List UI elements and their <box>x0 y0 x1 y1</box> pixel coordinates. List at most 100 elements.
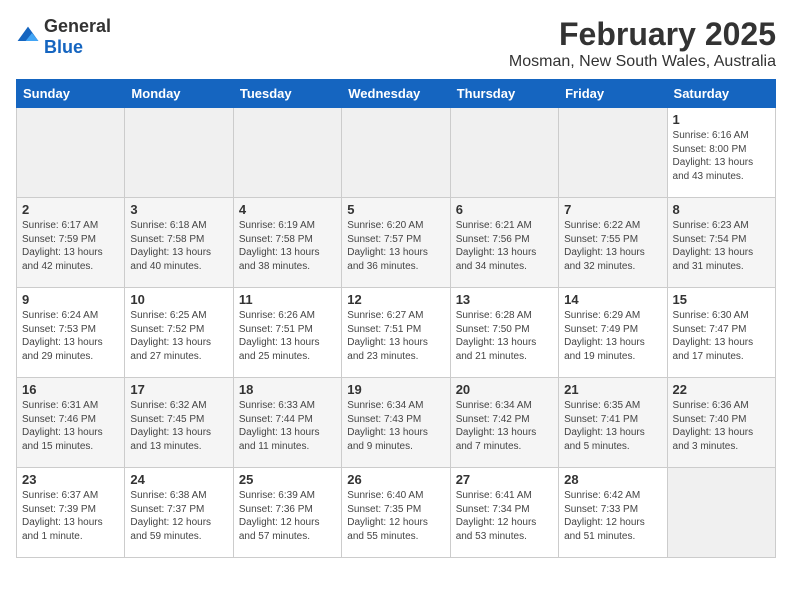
cell-info: Sunrise: 6:20 AM Sunset: 7:57 PM Dayligh… <box>347 219 444 273</box>
calendar-cell: 12 Sunrise: 6:27 AM Sunset: 7:51 PM Dayli… <box>342 288 450 378</box>
calendar-cell: 10Sunrise: 6:25 AM Sunset: 7:52 PM Dayli… <box>125 288 233 378</box>
subtitle: Mosman, New South Wales, Australia <box>509 53 776 71</box>
calendar-cell: 16 Sunrise: 6:31 AM Sunset: 7:46 PM Dayli… <box>17 378 125 468</box>
calendar-cell <box>450 108 558 198</box>
header-cell-saturday: Saturday <box>667 80 775 108</box>
cell-info: Sunrise: 6:39 AM Sunset: 7:36 PM Dayligh… <box>239 489 336 543</box>
cell-info: Sunrise: 6:16 AM Sunset: 8:00 PM Dayligh… <box>673 129 770 183</box>
day-number: 11 <box>239 292 336 307</box>
calendar-cell <box>125 108 233 198</box>
logo-icon <box>16 25 40 49</box>
title-area: February 2025 Mosman, New South Wales, A… <box>509 16 776 71</box>
week-row-3: 16 Sunrise: 6:31 AM Sunset: 7:46 PM Dayli… <box>17 378 776 468</box>
header-row: SundayMondayTuesdayWednesdayThursdayFrid… <box>17 80 776 108</box>
day-number: 3 <box>130 202 227 217</box>
cell-info: Sunrise: 6:41 AM Sunset: 7:34 PM Dayligh… <box>456 489 553 543</box>
header-cell-sunday: Sunday <box>17 80 125 108</box>
day-number: 1 <box>673 112 770 127</box>
day-number: 26 <box>347 472 444 487</box>
day-number: 27 <box>456 472 553 487</box>
logo-text: General Blue <box>44 16 111 58</box>
cell-info: Sunrise: 6:26 AM Sunset: 7:51 PM Dayligh… <box>239 309 336 363</box>
cell-info: Sunrise: 6:31 AM Sunset: 7:46 PM Dayligh… <box>22 399 119 453</box>
calendar-cell: 9 Sunrise: 6:24 AM Sunset: 7:53 PM Daylig… <box>17 288 125 378</box>
week-row-2: 9 Sunrise: 6:24 AM Sunset: 7:53 PM Daylig… <box>17 288 776 378</box>
calendar-cell: 20 Sunrise: 6:34 AM Sunset: 7:42 PM Dayli… <box>450 378 558 468</box>
calendar-table: SundayMondayTuesdayWednesdayThursdayFrid… <box>16 79 776 558</box>
cell-info: Sunrise: 6:17 AM Sunset: 7:59 PM Dayligh… <box>22 219 119 273</box>
cell-info: Sunrise: 6:35 AM Sunset: 7:41 PM Dayligh… <box>564 399 661 453</box>
logo: General Blue <box>16 16 111 58</box>
main-title: February 2025 <box>509 16 776 53</box>
calendar-cell: 5Sunrise: 6:20 AM Sunset: 7:57 PM Daylig… <box>342 198 450 288</box>
calendar-cell: 24Sunrise: 6:38 AM Sunset: 7:37 PM Dayli… <box>125 468 233 558</box>
week-row-0: 1 Sunrise: 6:16 AM Sunset: 8:00 PM Daylig… <box>17 108 776 198</box>
header-cell-wednesday: Wednesday <box>342 80 450 108</box>
cell-info: Sunrise: 6:33 AM Sunset: 7:44 PM Dayligh… <box>239 399 336 453</box>
calendar-cell: 15 Sunrise: 6:30 AM Sunset: 7:47 PM Dayli… <box>667 288 775 378</box>
day-number: 28 <box>564 472 661 487</box>
cell-info: Sunrise: 6:25 AM Sunset: 7:52 PM Dayligh… <box>130 309 227 363</box>
header-cell-monday: Monday <box>125 80 233 108</box>
day-number: 16 <box>22 382 119 397</box>
calendar-cell: 3 Sunrise: 6:18 AM Sunset: 7:58 PM Daylig… <box>125 198 233 288</box>
calendar-cell: 18 Sunrise: 6:33 AM Sunset: 7:44 PM Dayli… <box>233 378 341 468</box>
cell-info: Sunrise: 6:23 AM Sunset: 7:54 PM Dayligh… <box>673 219 770 273</box>
calendar-cell: 8 Sunrise: 6:23 AM Sunset: 7:54 PM Daylig… <box>667 198 775 288</box>
header: General Blue February 2025 Mosman, New S… <box>16 16 776 71</box>
day-number: 2 <box>22 202 119 217</box>
day-number: 15 <box>673 292 770 307</box>
calendar-cell <box>559 108 667 198</box>
cell-info: Sunrise: 6:34 AM Sunset: 7:42 PM Dayligh… <box>456 399 553 453</box>
calendar-cell: 2 Sunrise: 6:17 AM Sunset: 7:59 PM Daylig… <box>17 198 125 288</box>
day-number: 20 <box>456 382 553 397</box>
header-cell-friday: Friday <box>559 80 667 108</box>
day-number: 6 <box>456 202 553 217</box>
cell-info: Sunrise: 6:24 AM Sunset: 7:53 PM Dayligh… <box>22 309 119 363</box>
logo-blue: Blue <box>44 37 83 57</box>
calendar-cell: 14Sunrise: 6:29 AM Sunset: 7:49 PM Dayli… <box>559 288 667 378</box>
day-number: 19 <box>347 382 444 397</box>
day-number: 9 <box>22 292 119 307</box>
cell-info: Sunrise: 6:36 AM Sunset: 7:40 PM Dayligh… <box>673 399 770 453</box>
day-number: 23 <box>22 472 119 487</box>
week-row-4: 23 Sunrise: 6:37 AM Sunset: 7:39 PM Dayli… <box>17 468 776 558</box>
day-number: 12 <box>347 292 444 307</box>
cell-info: Sunrise: 6:40 AM Sunset: 7:35 PM Dayligh… <box>347 489 444 543</box>
day-number: 17 <box>130 382 227 397</box>
calendar-cell <box>667 468 775 558</box>
day-number: 7 <box>564 202 661 217</box>
calendar-cell <box>342 108 450 198</box>
calendar-cell: 25 Sunrise: 6:39 AM Sunset: 7:36 PM Dayli… <box>233 468 341 558</box>
calendar-cell: 27 Sunrise: 6:41 AM Sunset: 7:34 PM Dayli… <box>450 468 558 558</box>
calendar-cell <box>17 108 125 198</box>
week-row-1: 2 Sunrise: 6:17 AM Sunset: 7:59 PM Daylig… <box>17 198 776 288</box>
day-number: 18 <box>239 382 336 397</box>
calendar-cell <box>233 108 341 198</box>
day-number: 8 <box>673 202 770 217</box>
cell-info: Sunrise: 6:22 AM Sunset: 7:55 PM Dayligh… <box>564 219 661 273</box>
calendar-cell: 11 Sunrise: 6:26 AM Sunset: 7:51 PM Dayli… <box>233 288 341 378</box>
calendar-cell: 21 Sunrise: 6:35 AM Sunset: 7:41 PM Dayli… <box>559 378 667 468</box>
calendar-cell: 6Sunrise: 6:21 AM Sunset: 7:56 PM Daylig… <box>450 198 558 288</box>
day-number: 13 <box>456 292 553 307</box>
calendar-cell: 4Sunrise: 6:19 AM Sunset: 7:58 PM Daylig… <box>233 198 341 288</box>
calendar-cell: 1 Sunrise: 6:16 AM Sunset: 8:00 PM Daylig… <box>667 108 775 198</box>
calendar-cell: 13 Sunrise: 6:28 AM Sunset: 7:50 PM Dayli… <box>450 288 558 378</box>
day-number: 4 <box>239 202 336 217</box>
logo-general: General <box>44 16 111 36</box>
day-number: 14 <box>564 292 661 307</box>
header-cell-thursday: Thursday <box>450 80 558 108</box>
cell-info: Sunrise: 6:30 AM Sunset: 7:47 PM Dayligh… <box>673 309 770 363</box>
day-number: 25 <box>239 472 336 487</box>
header-cell-tuesday: Tuesday <box>233 80 341 108</box>
calendar-cell: 19 Sunrise: 6:34 AM Sunset: 7:43 PM Dayli… <box>342 378 450 468</box>
cell-info: Sunrise: 6:18 AM Sunset: 7:58 PM Dayligh… <box>130 219 227 273</box>
calendar-cell: 23 Sunrise: 6:37 AM Sunset: 7:39 PM Dayli… <box>17 468 125 558</box>
day-number: 21 <box>564 382 661 397</box>
cell-info: Sunrise: 6:34 AM Sunset: 7:43 PM Dayligh… <box>347 399 444 453</box>
cell-info: Sunrise: 6:28 AM Sunset: 7:50 PM Dayligh… <box>456 309 553 363</box>
cell-info: Sunrise: 6:32 AM Sunset: 7:45 PM Dayligh… <box>130 399 227 453</box>
cell-info: Sunrise: 6:27 AM Sunset: 7:51 PM Dayligh… <box>347 309 444 363</box>
cell-info: Sunrise: 6:37 AM Sunset: 7:39 PM Dayligh… <box>22 489 119 543</box>
